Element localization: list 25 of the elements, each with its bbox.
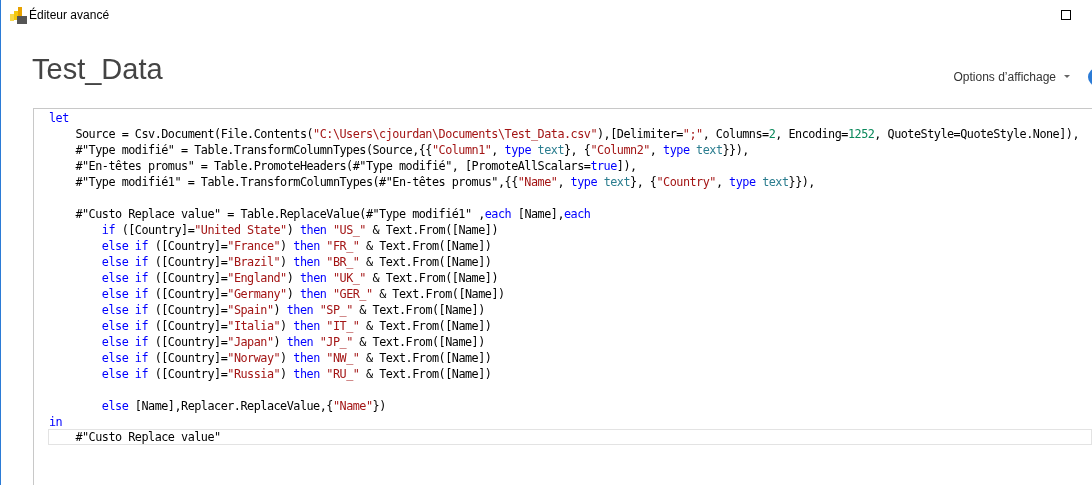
code-line: else if ([Country]="Spain") then "SP_" & Text.From([Name]) — [100, 302, 486, 317]
code-line: else if ([Country]="Russia") then "RU_" & Text.From([Name]) — [100, 366, 493, 381]
code-line: else if ([Country]="Norway") then "NW_" & Text.From([Name]) — [100, 350, 493, 365]
maximize-icon[interactable] — [1061, 10, 1071, 20]
query-title: Test_Data — [32, 54, 163, 84]
code-line: else if ([Country]="Japan") then "JP_" & Text.From([Name]) — [100, 334, 486, 349]
code-line: in — [48, 414, 64, 429]
code-line: else if ([Country]="England") then "UK_" & Text.From([Name]) — [100, 270, 499, 285]
code-line: else if ([Country]="Brazil") then "BR_" & Text.From([Name]) — [100, 254, 493, 269]
caret-icon — [1064, 75, 1070, 79]
code-line: #"En-têtes promus" = Table.PromoteHeaders(#"Type modifié", [PromoteAllScalars=true]), — [74, 158, 638, 173]
code-line: else if ([Country]="France") then "FR_" & Text.From([Name]) — [100, 238, 493, 253]
code-line: else [Name],Replacer.ReplaceValue,{"Name"}) — [100, 398, 387, 413]
code-line: #"Custo Replace value" = Table.ReplaceValue(#"Type modifié1" ,each [Name],each — [74, 206, 592, 221]
code-line: #"Type modifié" = Table.TransformColumnTypes(Source,{{"Column1", type text}, {"Column2", type text}}), — [74, 142, 750, 157]
code-editor[interactable] — [33, 108, 1092, 485]
code-line: #"Type modifié1" = Table.TransformColumnTypes(#"En-têtes promus",{{"Name", type text}, {"Country", type text}}), — [74, 174, 816, 189]
view-options-dropdown[interactable]: Options d’affichage — [953, 68, 1070, 86]
window-title: Éditeur avancé — [29, 6, 110, 24]
code-line: if ([Country]="United State") then "US_" & Text.From([Name]) — [100, 222, 499, 237]
code-line: else if ([Country]="Germany") then "GER_" & Text.From([Name]) — [100, 286, 506, 301]
code-line: let — [48, 110, 70, 125]
app-logo-icon — [10, 6, 27, 24]
code-line: else if ([Country]="Italia") then "IT_" & Text.From([Name]) — [100, 318, 493, 333]
code-line: Source = Csv.Document(File.Contents("C:\Users\cjourdan\Documents\Test_Data.csv"),[Delimiter=";", Columns=2, Encoding=1252, QuoteStyle=QuoteStyle.None]), — [74, 126, 1081, 141]
